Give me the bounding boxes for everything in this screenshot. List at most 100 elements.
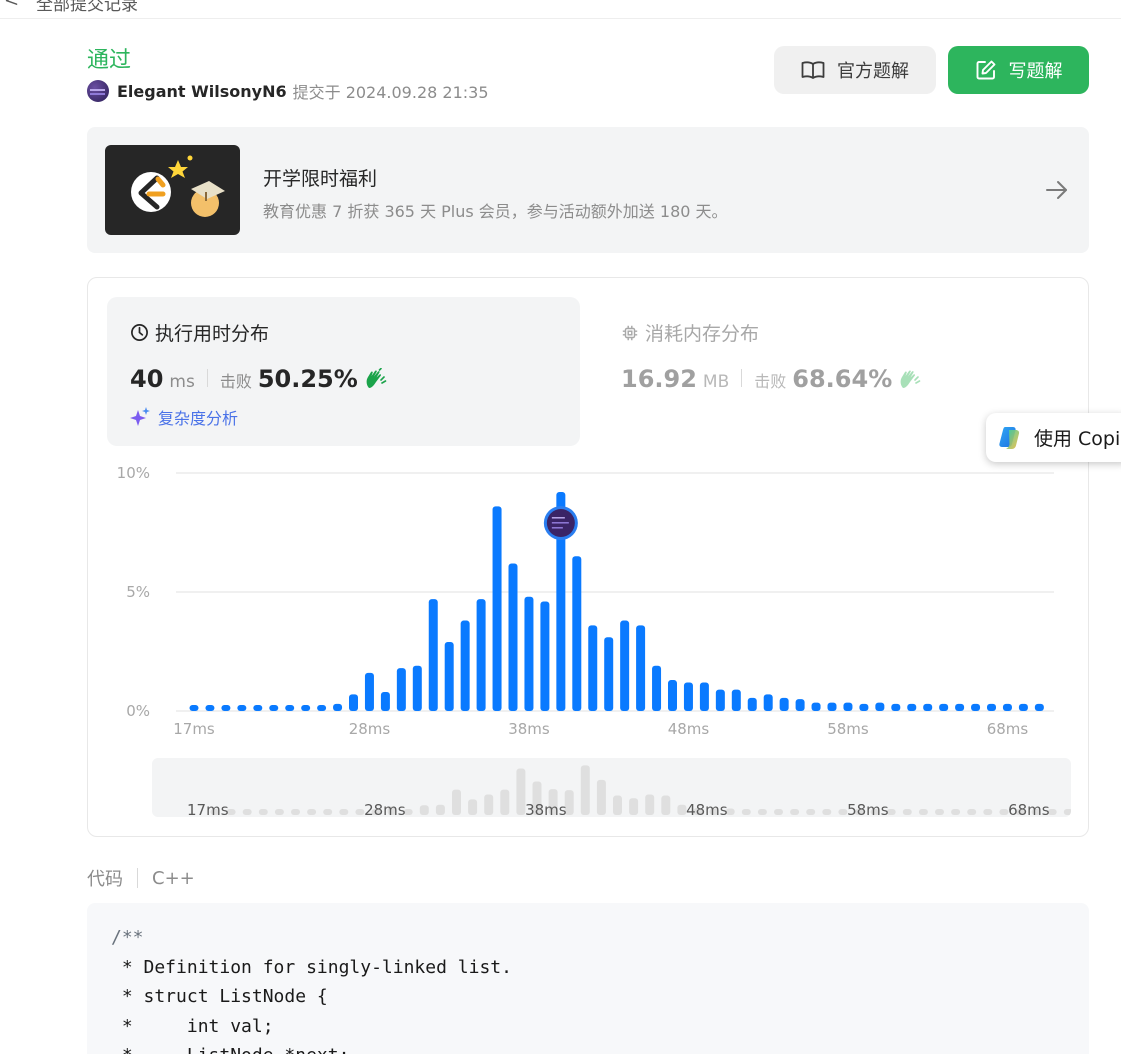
bar — [380, 691, 390, 711]
bar — [1002, 703, 1012, 711]
bar — [364, 672, 374, 711]
bar — [652, 665, 662, 711]
official-solution-button[interactable]: 官方题解 — [774, 46, 936, 94]
mini-bar — [790, 809, 800, 815]
bar — [237, 705, 247, 711]
arrow-right-icon[interactable] — [1043, 176, 1071, 204]
bar — [891, 703, 901, 711]
x-tick-label: 68ms — [987, 720, 1029, 738]
code-lines: /** * Definition for singly-linked list.… — [111, 923, 1089, 1054]
bar — [221, 705, 231, 711]
mini-x-tick-label: 28ms — [364, 801, 406, 817]
bar — [301, 705, 311, 711]
bar — [333, 703, 343, 711]
mini-bar — [307, 809, 317, 815]
bar — [859, 703, 869, 711]
back-icon[interactable]: < — [4, 0, 19, 11]
bar — [747, 697, 757, 711]
bar — [285, 705, 295, 711]
sparkle-icon — [130, 407, 150, 426]
mini-bar — [291, 809, 300, 815]
copilot-icon — [999, 426, 1020, 449]
mini-bar — [323, 809, 333, 815]
promo-image — [105, 145, 240, 235]
bar — [1034, 703, 1044, 711]
promo-description: 教育优惠 7 折获 365 天 Plus 会员，参与活动额外加送 180 天。 — [263, 202, 728, 221]
x-tick-label: 28ms — [349, 720, 391, 738]
bar — [396, 668, 406, 711]
mini-bar — [484, 794, 494, 815]
runtime-beat-percent: 50.25% — [257, 365, 358, 393]
divider — [206, 369, 208, 387]
memory-beat-label: 击败 — [754, 372, 787, 391]
bar — [253, 705, 263, 711]
runtime-distribution-chart[interactable]: 0% 5% 10% 17ms 28ms 38ms 48ms 58ms 68ms — [88, 458, 1088, 738]
y-tick-label: 10% — [117, 464, 150, 482]
bar — [699, 682, 709, 711]
submitter-info: Elegant WilsonyN6 提交于 2024.09.28 21:35 — [87, 79, 489, 103]
y-tick-label: 0% — [126, 702, 150, 720]
memory-value: 16.92 — [621, 365, 697, 393]
mini-bar — [757, 809, 767, 815]
bar — [955, 703, 965, 711]
chip-icon — [622, 325, 638, 340]
bar — [620, 620, 630, 711]
bar — [875, 702, 885, 711]
code-line: * Definition for singly-linked list. — [111, 956, 512, 978]
bar — [572, 556, 582, 711]
runtime-value: 40 — [130, 365, 164, 393]
mini-bar — [355, 809, 365, 815]
bar — [731, 689, 741, 711]
mini-bar — [645, 794, 655, 815]
memory-beat-percent: 68.64% — [792, 365, 893, 393]
bar — [524, 596, 534, 711]
bar — [508, 563, 518, 711]
mini-x-tick-label: 68ms — [1008, 801, 1050, 817]
code-line: * struct ListNode { — [111, 986, 328, 1007]
memory-title: 消耗内存分布 — [621, 319, 759, 346]
bar — [588, 625, 598, 711]
mini-bar — [822, 809, 832, 815]
mini-bar — [339, 809, 349, 815]
mini-bar — [580, 765, 590, 815]
bar — [795, 699, 805, 711]
mini-bar — [629, 798, 639, 815]
code-header: 代码 C++ — [87, 865, 195, 891]
mini-bar — [452, 789, 461, 815]
clock-icon — [131, 324, 148, 341]
performance-panel: 执行用时分布 40 ms 击败 50.25% 复杂度分析 消耗内存分布 16.9… — [87, 277, 1089, 837]
username[interactable]: Elegant WilsonyN6 — [117, 82, 287, 101]
avatar[interactable] — [87, 80, 109, 102]
copilot-button[interactable]: 使用 Copilot — [986, 413, 1121, 462]
y-tick-label: 5% — [126, 583, 150, 601]
memory-unit: MB — [702, 372, 730, 392]
mini-bar — [774, 809, 783, 815]
write-solution-label: 写题解 — [1008, 61, 1063, 82]
mini-bar — [613, 795, 622, 815]
bar — [476, 599, 486, 711]
divider — [137, 868, 138, 888]
mini-bar — [274, 809, 284, 815]
write-solution-button[interactable]: 写题解 — [948, 46, 1089, 94]
mini-bar — [242, 809, 252, 815]
bar — [205, 705, 215, 711]
mini-x-tick-label: 38ms — [525, 801, 567, 817]
book-icon — [801, 61, 825, 79]
submission-status: 通过 — [87, 48, 132, 73]
bar — [428, 599, 438, 711]
code-label: 代码 — [87, 869, 123, 890]
submission-avatar-line — [551, 517, 565, 519]
x-tick-label: 17ms — [173, 720, 215, 738]
memory-metric: 16.92 MB 击败 68.64% — [621, 365, 922, 393]
bar — [412, 665, 422, 711]
complexity-analysis-link[interactable]: 复杂度分析 — [130, 405, 238, 429]
x-tick-label: 48ms — [668, 720, 710, 738]
breadcrumb[interactable]: 全部提交记录 — [36, 0, 138, 15]
code-block[interactable]: /** * Definition for singly-linked list.… — [87, 903, 1089, 1054]
mini-bar — [661, 795, 671, 815]
promo-banner[interactable]: 开学限时福利 教育优惠 7 折获 365 天 Plus 会员，参与活动额外加送 … — [87, 127, 1089, 253]
runtime-range-slider[interactable]: 17ms 28ms 38ms 48ms 58ms 68ms — [152, 758, 1071, 817]
bar — [987, 703, 996, 711]
runtime-card[interactable]: 执行用时分布 40 ms 击败 50.25% 复杂度分析 — [107, 297, 580, 446]
mini-bar — [468, 799, 478, 815]
